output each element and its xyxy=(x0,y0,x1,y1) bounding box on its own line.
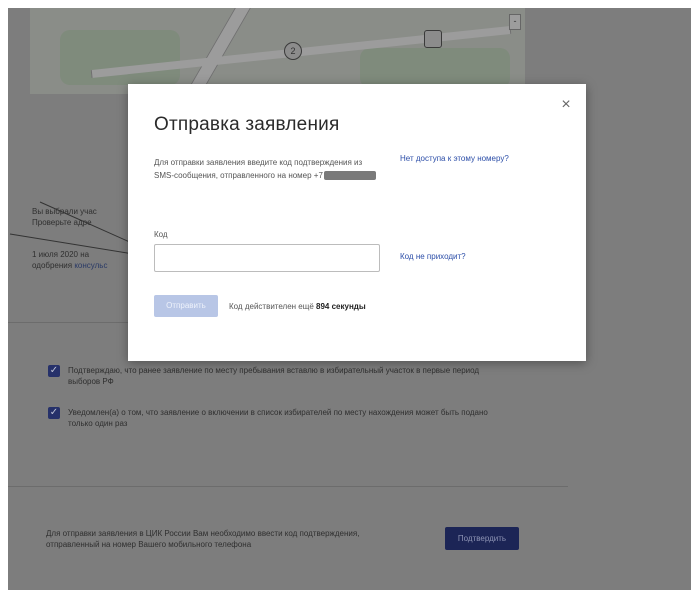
date-text: 1 июля 2020 на xyxy=(32,250,90,259)
code-timer: Код действителен ещё 894 секунды xyxy=(229,302,366,311)
no-access-link[interactable]: Нет доступа к этому номеру? xyxy=(400,154,509,163)
selected-station-sub: Проверьте адре xyxy=(32,218,92,227)
code-label: Код xyxy=(154,230,168,239)
map-road xyxy=(185,8,251,94)
map-zoom-out-button[interactable]: - xyxy=(509,14,521,30)
code-input[interactable] xyxy=(154,244,380,272)
timer-value: 894 секунды xyxy=(316,302,366,311)
dialog-title: Отправка заявления xyxy=(154,114,340,135)
dialog-description: Для отправки заявления введите код подтв… xyxy=(154,156,384,182)
send-button[interactable]: Отправить xyxy=(154,295,218,317)
section-divider xyxy=(8,486,568,487)
confirm-button[interactable]: Подтвердить xyxy=(445,527,519,550)
close-icon[interactable]: × xyxy=(559,97,573,113)
send-application-dialog: × Отправка заявления Для отправки заявле… xyxy=(128,84,586,361)
map-park-area xyxy=(60,30,180,85)
selected-station-text: Вы выбрали учас xyxy=(32,207,97,216)
code-not-received-link[interactable]: Код не приходит? xyxy=(400,252,466,261)
approval-text: одобрения консульс xyxy=(32,260,107,271)
approval-label: одобрения xyxy=(32,261,73,270)
zoom-out-label: - xyxy=(513,16,517,26)
map-park-area xyxy=(360,48,510,88)
location-marker-icon[interactable] xyxy=(424,30,442,48)
map-cluster-marker[interactable]: 2 xyxy=(284,42,302,60)
confirm-checkbox-2[interactable]: ✓ xyxy=(48,407,60,419)
footer-instruction: Для отправки заявления в ЦИК России Вам … xyxy=(46,529,360,549)
consulate-link[interactable]: консульс xyxy=(74,261,107,270)
map-marker-count: 2 xyxy=(290,46,296,56)
masked-phone-number xyxy=(323,171,376,181)
map-view[interactable]: 2 - xyxy=(30,8,525,94)
timer-prefix: Код действителен ещё xyxy=(229,302,314,311)
confirm-checkbox-1-label: Подтверждаю, что ранее заявление по мест… xyxy=(68,366,480,386)
confirm-checkbox-1[interactable]: ✓ xyxy=(48,365,60,377)
confirm-checkbox-2-label: Уведомлен(а) о том, что заявление о вклю… xyxy=(68,408,488,428)
